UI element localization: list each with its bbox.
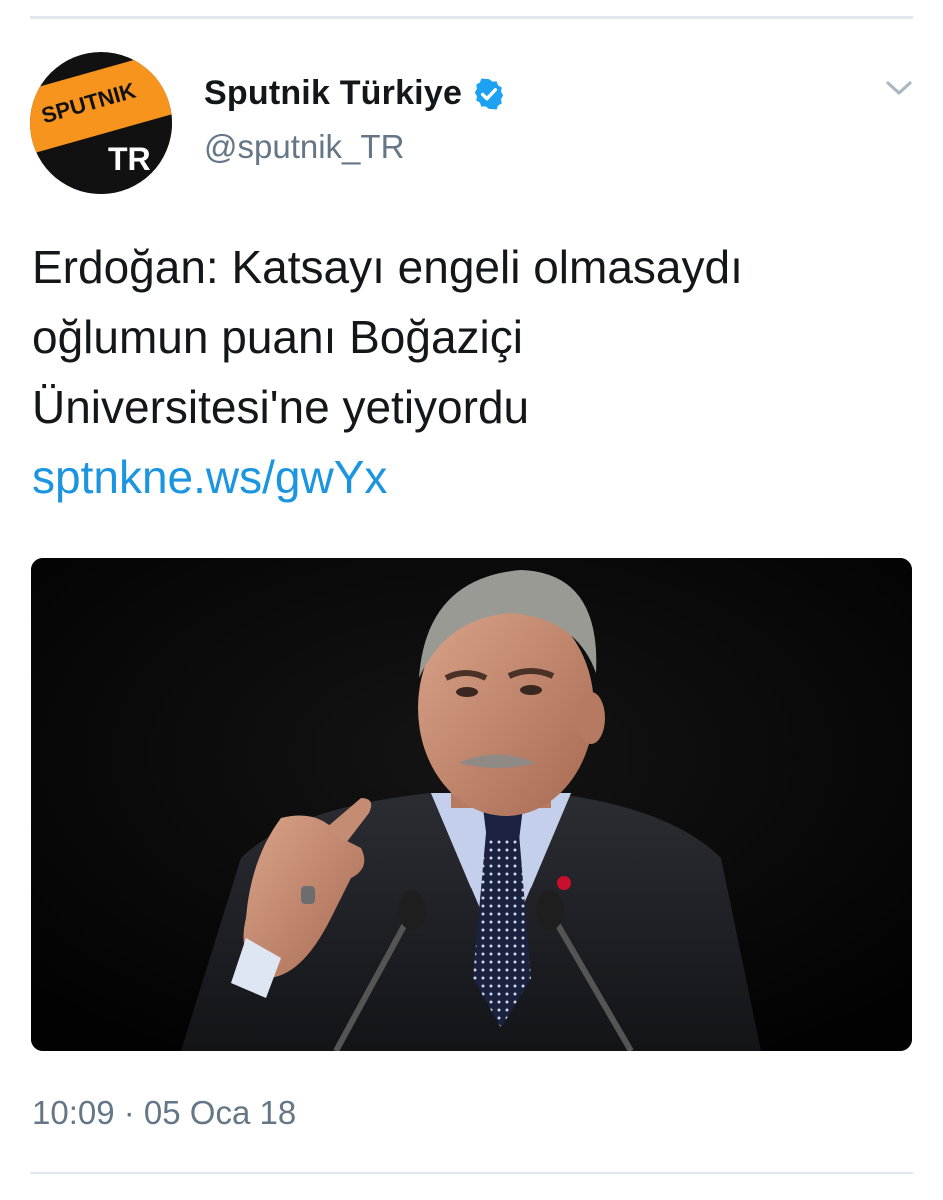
tweet-text-line: Üniversitesi'ne yetiyordu — [32, 381, 530, 433]
photo-of-speaker-at-podium-icon — [31, 558, 912, 1051]
tweet-text-line: Erdoğan: Katsayı engeli olmasaydı — [32, 241, 743, 293]
tweet-text: Erdoğan: Katsayı engeli olmasaydı oğlumu… — [32, 232, 912, 512]
tweet-link[interactable]: sptnkne.ws/gwYx — [32, 442, 912, 512]
author-display-name[interactable]: Sputnik Türkiye — [204, 74, 462, 113]
author-avatar[interactable]: SPUTNIK TR — [30, 52, 172, 194]
tweet-timestamp[interactable]: 10:09 · 05 Oca 18 — [32, 1094, 296, 1132]
bottom-divider — [30, 1172, 913, 1174]
verified-badge-icon — [474, 78, 504, 109]
author-handle[interactable]: @sputnik_TR — [204, 128, 404, 166]
tweet-media-photo[interactable] — [31, 558, 912, 1051]
sputnik-logo-icon: SPUTNIK TR — [30, 52, 172, 194]
author-name-row: Sputnik Türkiye — [204, 74, 506, 113]
top-divider — [30, 16, 913, 19]
svg-text:TR: TR — [108, 141, 151, 177]
chevron-down-icon[interactable] — [882, 74, 916, 102]
tweet-text-line: oğlumun puanı Boğaziçi — [32, 311, 523, 363]
